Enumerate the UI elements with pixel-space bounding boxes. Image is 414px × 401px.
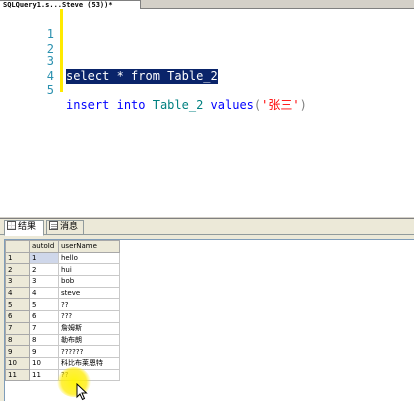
row-number[interactable]: 10 bbox=[5, 356, 30, 370]
cell-username[interactable]: ?????? bbox=[58, 345, 120, 358]
mouse-pointer-icon bbox=[76, 383, 88, 401]
keyword-insert: insert bbox=[66, 98, 110, 112]
code-line-3[interactable]: 3 select * from Table_2 bbox=[0, 39, 414, 84]
code-line-4[interactable]: 4 bbox=[0, 54, 414, 83]
table-row[interactable]: 3 3 bob bbox=[5, 275, 120, 288]
keyword-into: into bbox=[116, 98, 146, 112]
cell-username[interactable]: 詹姆斯 bbox=[58, 321, 120, 335]
line-number: 5 bbox=[46, 83, 54, 97]
tab-results[interactable]: 结果 bbox=[4, 220, 44, 236]
cell-autoid[interactable]: 3 bbox=[29, 275, 59, 288]
cell-username[interactable]: ?? bbox=[58, 298, 120, 312]
table-row[interactable]: 10 10 科比布莱恩特 bbox=[5, 356, 120, 370]
code-line-1[interactable]: 1 bbox=[0, 12, 414, 41]
grid-icon bbox=[7, 221, 16, 230]
paren-close: ) bbox=[299, 98, 307, 112]
table-row[interactable]: 5 5?? bbox=[5, 298, 120, 312]
cell-username[interactable]: ??? bbox=[58, 310, 120, 323]
table-row[interactable]: 2 2 hui bbox=[5, 263, 120, 277]
column-header-autoid[interactable]: autoId bbox=[29, 240, 59, 253]
cell-autoid[interactable]: 6 bbox=[29, 310, 59, 323]
row-number[interactable]: 2 bbox=[5, 263, 30, 277]
cell-autoid[interactable]: 10 bbox=[29, 356, 59, 370]
table-name: Table_2 bbox=[152, 98, 204, 112]
cell-autoid[interactable]: 8 bbox=[29, 333, 59, 347]
results-table: autoId userName 1 1 hello 2 2 hui 3 3 bob 4 4st… bbox=[5, 240, 120, 382]
table-row[interactable]: 9 9?????? bbox=[5, 345, 120, 358]
keyword-values: values bbox=[210, 98, 254, 112]
cell-username[interactable]: bob bbox=[58, 275, 120, 288]
cell-autoid[interactable]: 2 bbox=[29, 263, 59, 277]
table-row[interactable]: 1 1 hello bbox=[5, 251, 120, 265]
document-tab-strip: SQLQuery1.s...Steve (53))* bbox=[0, 0, 414, 9]
row-number[interactable]: 8 bbox=[5, 333, 30, 347]
cell-username[interactable]: hello bbox=[58, 251, 120, 265]
cell-username[interactable]: hui bbox=[58, 263, 120, 277]
cell-autoid[interactable]: 5 bbox=[29, 298, 59, 312]
row-number[interactable]: 6 bbox=[5, 310, 30, 323]
results-tab-strip: 结果 消息 bbox=[0, 219, 414, 236]
cell-username[interactable]: 勒布朗 bbox=[58, 333, 120, 347]
query-editor[interactable]: 1 2 3 select * from Table_2 4 5 insert i… bbox=[0, 9, 414, 216]
string-literal: '张三' bbox=[261, 98, 300, 112]
row-number[interactable]: 3 bbox=[5, 275, 30, 288]
row-number[interactable]: 11 bbox=[5, 368, 30, 382]
tab-messages-label: 消息 bbox=[60, 222, 79, 232]
header-row: autoId userName bbox=[5, 240, 120, 253]
table-row[interactable]: 7 7 詹姆斯 bbox=[5, 321, 120, 335]
row-number[interactable]: 5 bbox=[5, 298, 30, 312]
tab-messages[interactable]: 消息 bbox=[46, 220, 84, 235]
column-header-username[interactable]: userName bbox=[58, 240, 120, 253]
query-tab[interactable]: SQLQuery1.s...Steve (53))* bbox=[0, 0, 141, 9]
row-number[interactable]: 4 bbox=[5, 286, 30, 300]
row-number[interactable]: 1 bbox=[5, 251, 30, 265]
cell-autoid[interactable]: 9 bbox=[29, 345, 59, 358]
cell-autoid[interactable]: 4 bbox=[29, 286, 59, 300]
code-line-5[interactable]: 5 insert into Table_2 values('张三') bbox=[0, 68, 414, 112]
tab-results-label: 结果 bbox=[18, 222, 37, 232]
cell-autoid[interactable]: 1 bbox=[29, 251, 59, 265]
table-row[interactable]: 6 6??? bbox=[5, 310, 120, 323]
query-tab-title: SQLQuery1.s...Steve (53))* bbox=[3, 1, 113, 9]
cell-autoid[interactable]: 7 bbox=[29, 321, 59, 335]
row-number[interactable]: 9 bbox=[5, 345, 30, 358]
select-all-corner[interactable] bbox=[5, 240, 30, 253]
cell-username[interactable]: steve bbox=[58, 286, 120, 300]
message-icon bbox=[49, 221, 58, 230]
insert-statement: insert into Table_2 values('张三') bbox=[66, 98, 307, 113]
table-row[interactable]: 4 4 steve bbox=[5, 286, 120, 300]
cell-autoid[interactable]: 11 bbox=[29, 368, 59, 382]
table-row[interactable]: 8 8 勒布朗 bbox=[5, 333, 120, 347]
row-number[interactable]: 7 bbox=[5, 321, 30, 335]
